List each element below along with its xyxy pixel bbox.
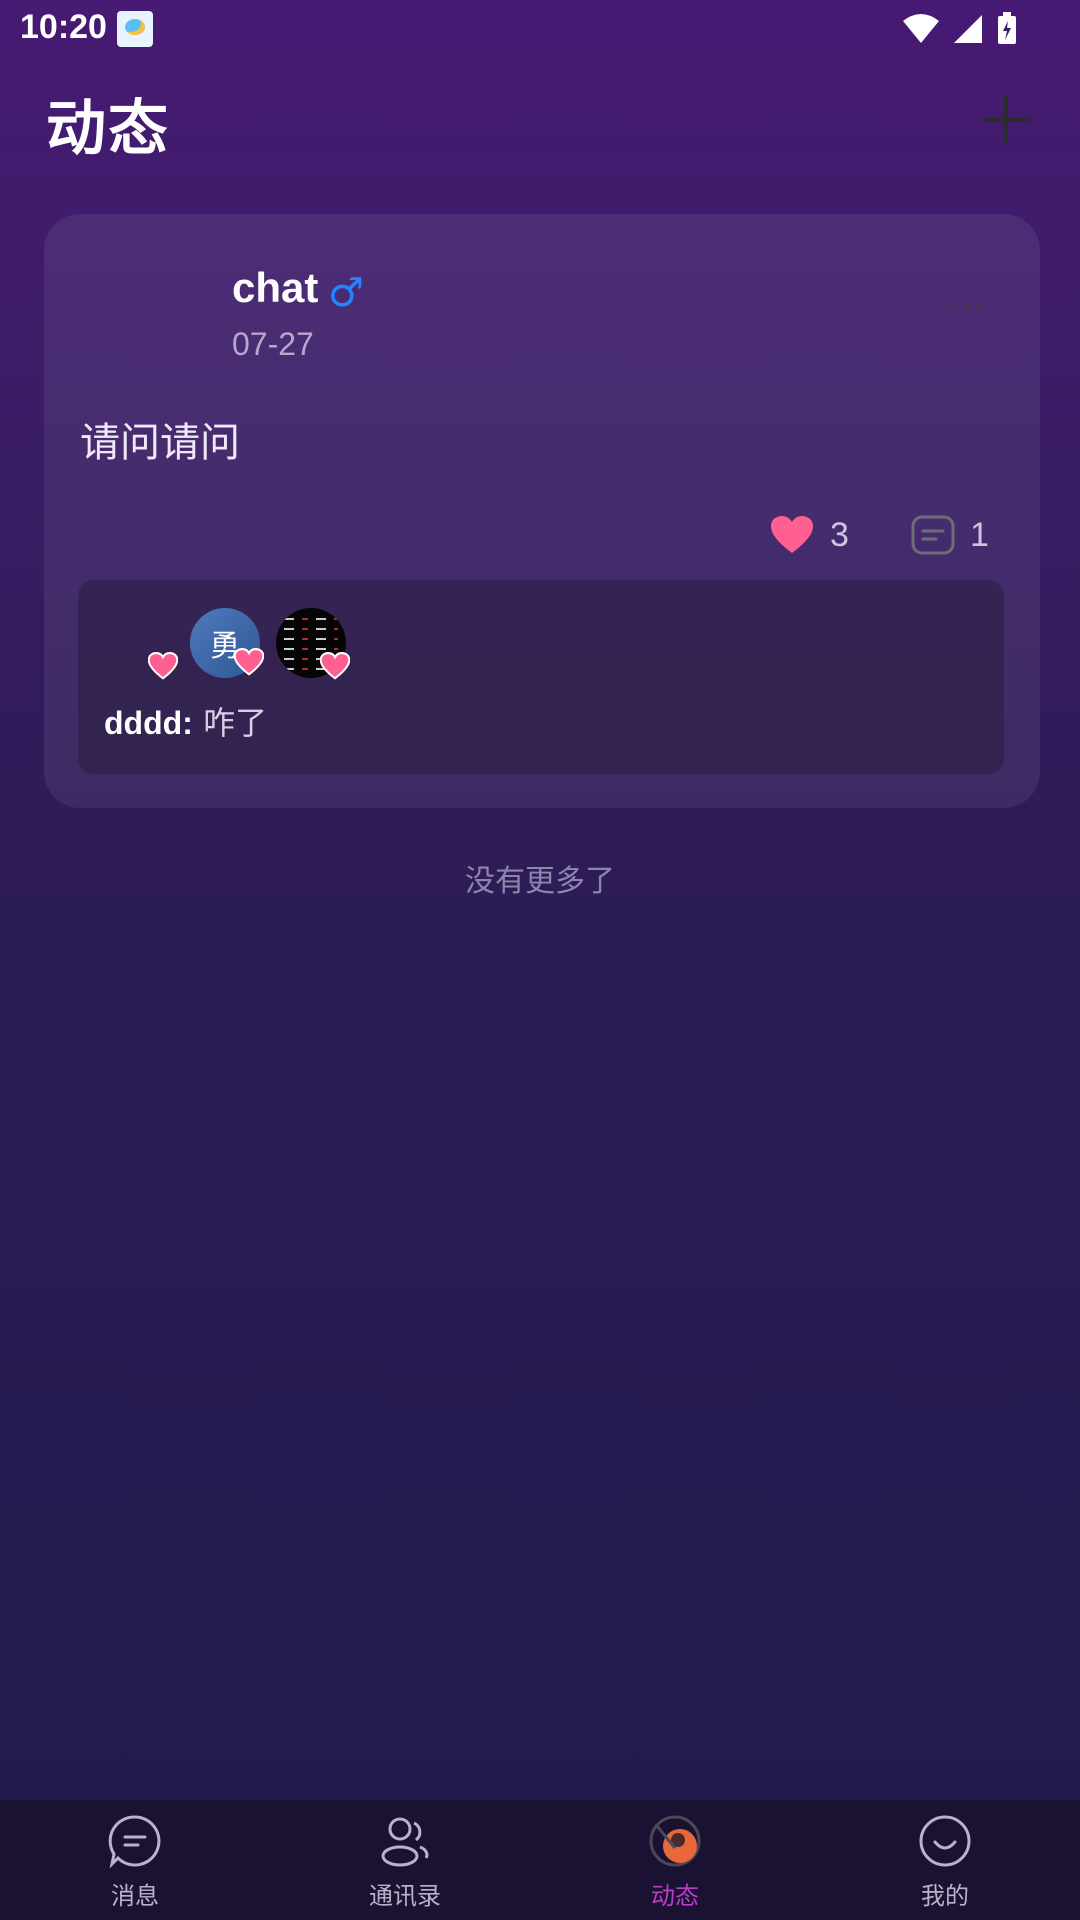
comment-count: 1 xyxy=(970,515,989,554)
status-time: 10:20 xyxy=(20,8,107,46)
nav-label: 消息 xyxy=(111,1882,159,1910)
contacts-icon xyxy=(381,1817,429,1867)
nav-item-contacts[interactable]: 通讯录 xyxy=(270,1800,540,1920)
like-count: 3 xyxy=(830,515,849,554)
page-title: 动态 xyxy=(46,94,170,164)
message-icon xyxy=(108,1815,161,1868)
heart-icon xyxy=(148,652,178,680)
moments-icon xyxy=(649,1815,701,1867)
post-date: 07-27 xyxy=(232,326,314,362)
post-content: 请问请问 xyxy=(80,420,240,466)
feed-end-text: 没有更多了 xyxy=(465,864,615,899)
status-bar: 10:20 xyxy=(0,0,1080,60)
comment-text: 咋了 xyxy=(192,704,268,742)
heart-icon xyxy=(320,652,350,680)
signal-icon xyxy=(954,15,982,43)
bottom-nav: 消息 通讯录 动态 我的 xyxy=(0,1800,1080,1920)
nav-label: 通讯录 xyxy=(369,1882,441,1910)
comment-item[interactable]: dddd: 咋了 xyxy=(104,698,267,744)
add-post-button[interactable] xyxy=(978,92,1034,148)
nav-label: 我的 xyxy=(921,1882,969,1910)
heart-icon xyxy=(771,516,813,553)
app-notification-icon xyxy=(117,11,153,47)
like-button[interactable]: 3 xyxy=(770,510,849,560)
comment-button[interactable]: 1 xyxy=(910,510,989,560)
battery-icon xyxy=(998,12,1016,44)
nav-item-moments[interactable]: 动态 xyxy=(540,1800,810,1920)
comment-icon xyxy=(911,515,955,555)
nav-label: 动态 xyxy=(651,1882,699,1910)
likes-and-comments-panel: 勇 dddd: 咋了 xyxy=(78,580,1004,774)
system-icons xyxy=(902,12,1018,46)
wifi-icon xyxy=(903,14,939,43)
more-options-button[interactable]: ··· xyxy=(936,289,1000,334)
post-username[interactable]: chat xyxy=(232,264,318,312)
post-card[interactable]: chat ♂ 07-27 ··· 请问请问 3 1 勇 dddd: 咋了 xyxy=(44,214,1040,808)
heart-icon xyxy=(234,648,264,676)
nav-item-profile[interactable]: 我的 xyxy=(810,1800,1080,1920)
comment-author[interactable]: dddd: xyxy=(104,705,193,741)
male-gender-icon: ♂ xyxy=(328,270,364,316)
avatar[interactable] xyxy=(80,260,196,376)
nav-item-messages[interactable]: 消息 xyxy=(0,1800,270,1920)
profile-icon xyxy=(919,1815,971,1867)
